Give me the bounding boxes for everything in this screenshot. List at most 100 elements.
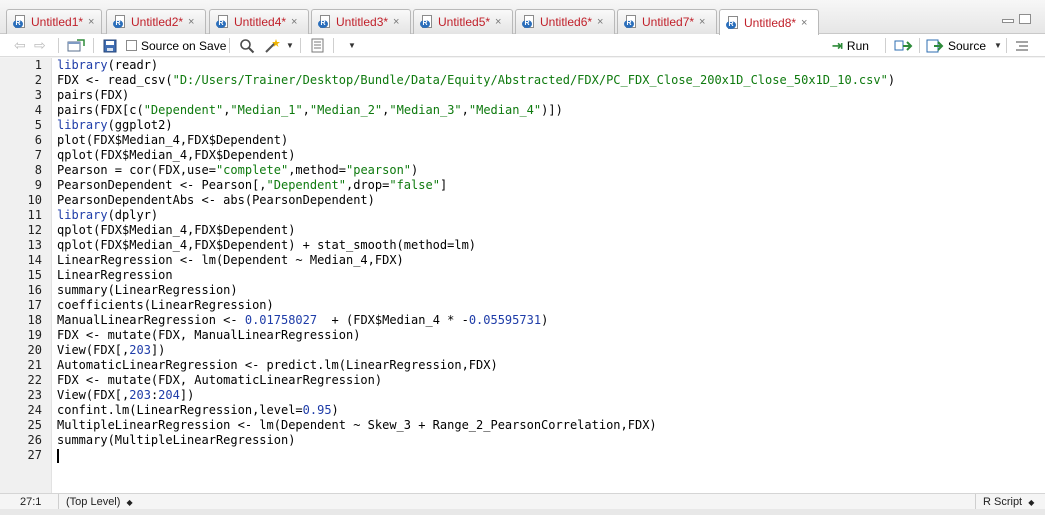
code-line[interactable]: PearsonDependent <- Pearson[,"Dependent"… xyxy=(57,178,1017,193)
code-line[interactable]: library(dplyr) xyxy=(57,208,1017,223)
code-token: qplot(FDX$Median_4,FDX$Dependent) xyxy=(57,148,296,162)
outline-icon[interactable] xyxy=(1015,37,1029,54)
code-editor[interactable]: 1 2 3 4 5 6 7 8 9 10 11 12 13 14 15 16 17 18 19 20 21 22 23 24 2… xyxy=(0,58,1045,493)
tab-untitled2[interactable]: R Untitled2* × xyxy=(106,9,206,34)
code-line[interactable]: summary(MultipleLinearRegression) xyxy=(57,433,1017,448)
file-type-label: R Script xyxy=(983,496,1023,508)
pane-bottom-border xyxy=(0,509,1045,515)
tab-label: Untitled2* xyxy=(131,15,184,29)
line-number: 24 xyxy=(27,403,42,417)
code-token: )]) xyxy=(541,103,563,117)
code-token: FDX <- mutate(FDX, AutomaticLinearRegres… xyxy=(57,373,383,387)
scope-selector[interactable]: (Top Level) ◆ xyxy=(66,495,133,509)
code-line[interactable]: coefficients(LinearRegression) xyxy=(57,298,1017,313)
save-icon[interactable] xyxy=(103,37,117,54)
vertical-scrollbar[interactable] xyxy=(1030,58,1045,493)
line-number: 6 xyxy=(34,133,42,147)
close-icon[interactable]: × xyxy=(291,16,297,28)
code-line[interactable]: qplot(FDX$Median_4,FDX$Dependent) + stat… xyxy=(57,238,1017,253)
close-icon[interactable]: × xyxy=(188,16,194,28)
line-number: 13 xyxy=(27,238,42,252)
code-token: ManualLinearRegression <- xyxy=(57,313,245,327)
code-line[interactable]: View(FDX[,203]) xyxy=(57,343,1017,358)
back-arrow-icon[interactable]: ⇦ xyxy=(14,37,26,54)
close-icon[interactable]: × xyxy=(88,16,94,28)
tab-label: Untitled7* xyxy=(642,15,695,29)
code-line[interactable]: pairs(FDX[c("Dependent","Median_1","Medi… xyxy=(57,103,1017,118)
maximize-pane-icon[interactable] xyxy=(1019,14,1031,24)
tab-untitled3[interactable]: R Untitled3* × xyxy=(311,9,411,34)
r-script-file-icon: R xyxy=(216,15,230,29)
checkbox-box[interactable] xyxy=(126,40,137,51)
tab-untitled7[interactable]: R Untitled7* × xyxy=(617,9,717,34)
search-icon[interactable] xyxy=(239,37,255,54)
code-token: "complete" xyxy=(215,163,289,177)
code-token: Pearson = cor(FDX,use= xyxy=(57,163,216,177)
compile-report-icon[interactable] xyxy=(310,37,326,54)
code-line[interactable]: Pearson = cor(FDX,use="complete",method=… xyxy=(57,163,1017,178)
code-line[interactable] xyxy=(57,448,1017,463)
code-line[interactable]: plot(FDX$Median_4,FDX$Dependent) xyxy=(57,133,1017,148)
magic-wand-icon[interactable]: ▼ xyxy=(264,37,294,54)
more-options-dropdown[interactable]: ▼ xyxy=(344,37,356,54)
file-type-selector[interactable]: R Script ◆ xyxy=(983,495,1034,509)
line-number: 8 xyxy=(34,163,42,177)
code-line[interactable]: ManualLinearRegression <- 0.01758027 + (… xyxy=(57,313,1017,328)
line-number: 18 xyxy=(27,313,42,327)
code-line[interactable]: summary(LinearRegression) xyxy=(57,283,1017,298)
code-line[interactable]: AutomaticLinearRegression <- predict.lm(… xyxy=(57,358,1017,373)
source-button[interactable]: Source ▼ xyxy=(926,37,1002,54)
code-line[interactable]: LinearRegression <- lm(Dependent ~ Media… xyxy=(57,253,1017,268)
editor-toolbar: ⇦ ⇨ Source on Save ▼ ▼ ⇥ Run Source ▼ xyxy=(0,34,1045,57)
tab-untitled4[interactable]: R Untitled4* × xyxy=(209,9,309,34)
r-script-file-icon: R xyxy=(318,15,332,29)
line-number: 15 xyxy=(27,268,42,282)
code-token: 0.01758027 xyxy=(244,313,318,327)
code-token: 0.95 xyxy=(302,403,332,417)
code-token: FDX <- read_csv( xyxy=(57,73,173,87)
code-token: (dplyr) xyxy=(107,208,159,222)
run-button[interactable]: ⇥ Run xyxy=(832,37,869,54)
code-token: "D:/Users/Trainer/Desktop/Bundle/Data/Eq… xyxy=(172,73,888,87)
code-line[interactable]: pairs(FDX) xyxy=(57,88,1017,103)
line-number: 19 xyxy=(27,328,42,342)
code-line[interactable]: FDX <- read_csv("D:/Users/Trainer/Deskto… xyxy=(57,73,1017,88)
editor-tab-bar: R Untitled1* × R Untitled2* × R Untitled… xyxy=(0,0,1045,35)
code-token: library xyxy=(57,58,108,72)
line-number: 12 xyxy=(27,223,42,237)
code-line[interactable]: MultipleLinearRegression <- lm(Dependent… xyxy=(57,418,1017,433)
code-token: PearsonDependent <- Pearson[, xyxy=(57,178,267,192)
code-area[interactable]: library(readr) FDX <- read_csv("D:/Users/… xyxy=(57,58,1017,463)
code-line[interactable]: library(readr) xyxy=(57,58,1017,73)
code-token: library xyxy=(57,118,108,132)
code-line[interactable]: library(ggplot2) xyxy=(57,118,1017,133)
code-line[interactable]: PearsonDependentAbs <- abs(PearsonDepend… xyxy=(57,193,1017,208)
code-line[interactable]: qplot(FDX$Median_4,FDX$Dependent) xyxy=(57,223,1017,238)
code-line[interactable]: View(FDX[,203:204]) xyxy=(57,388,1017,403)
close-icon[interactable]: × xyxy=(597,16,603,28)
line-number: 9 xyxy=(34,178,42,192)
minimize-pane-icon[interactable] xyxy=(1002,19,1014,23)
tab-untitled8[interactable]: R Untitled8* × xyxy=(719,9,819,35)
forward-arrow-icon[interactable]: ⇨ xyxy=(34,37,46,54)
code-line[interactable]: confint.lm(LinearRegression,level=0.95) xyxy=(57,403,1017,418)
tab-untitled5[interactable]: R Untitled5* × xyxy=(413,9,513,34)
source-on-save-checkbox[interactable]: Source on Save xyxy=(126,37,226,54)
code-token: "Median_2" xyxy=(309,103,383,117)
tab-untitled6[interactable]: R Untitled6* × xyxy=(515,9,615,34)
code-line[interactable]: LinearRegression xyxy=(57,268,1017,283)
code-line[interactable]: FDX <- mutate(FDX, ManualLinearRegressio… xyxy=(57,328,1017,343)
code-token: library xyxy=(57,208,108,222)
code-line[interactable]: qplot(FDX$Median_4,FDX$Dependent) xyxy=(57,148,1017,163)
code-token: ] xyxy=(439,178,448,192)
tab-label: Untitled5* xyxy=(438,15,491,29)
close-icon[interactable]: × xyxy=(699,16,705,28)
rerun-icon[interactable] xyxy=(894,37,914,54)
show-in-new-window-icon[interactable] xyxy=(67,37,85,54)
close-icon[interactable]: × xyxy=(801,17,807,29)
tab-untitled1[interactable]: R Untitled1* × xyxy=(6,9,102,34)
code-token: ) xyxy=(887,73,896,87)
code-line[interactable]: FDX <- mutate(FDX, AutomaticLinearRegres… xyxy=(57,373,1017,388)
close-icon[interactable]: × xyxy=(393,16,399,28)
close-icon[interactable]: × xyxy=(495,16,501,28)
